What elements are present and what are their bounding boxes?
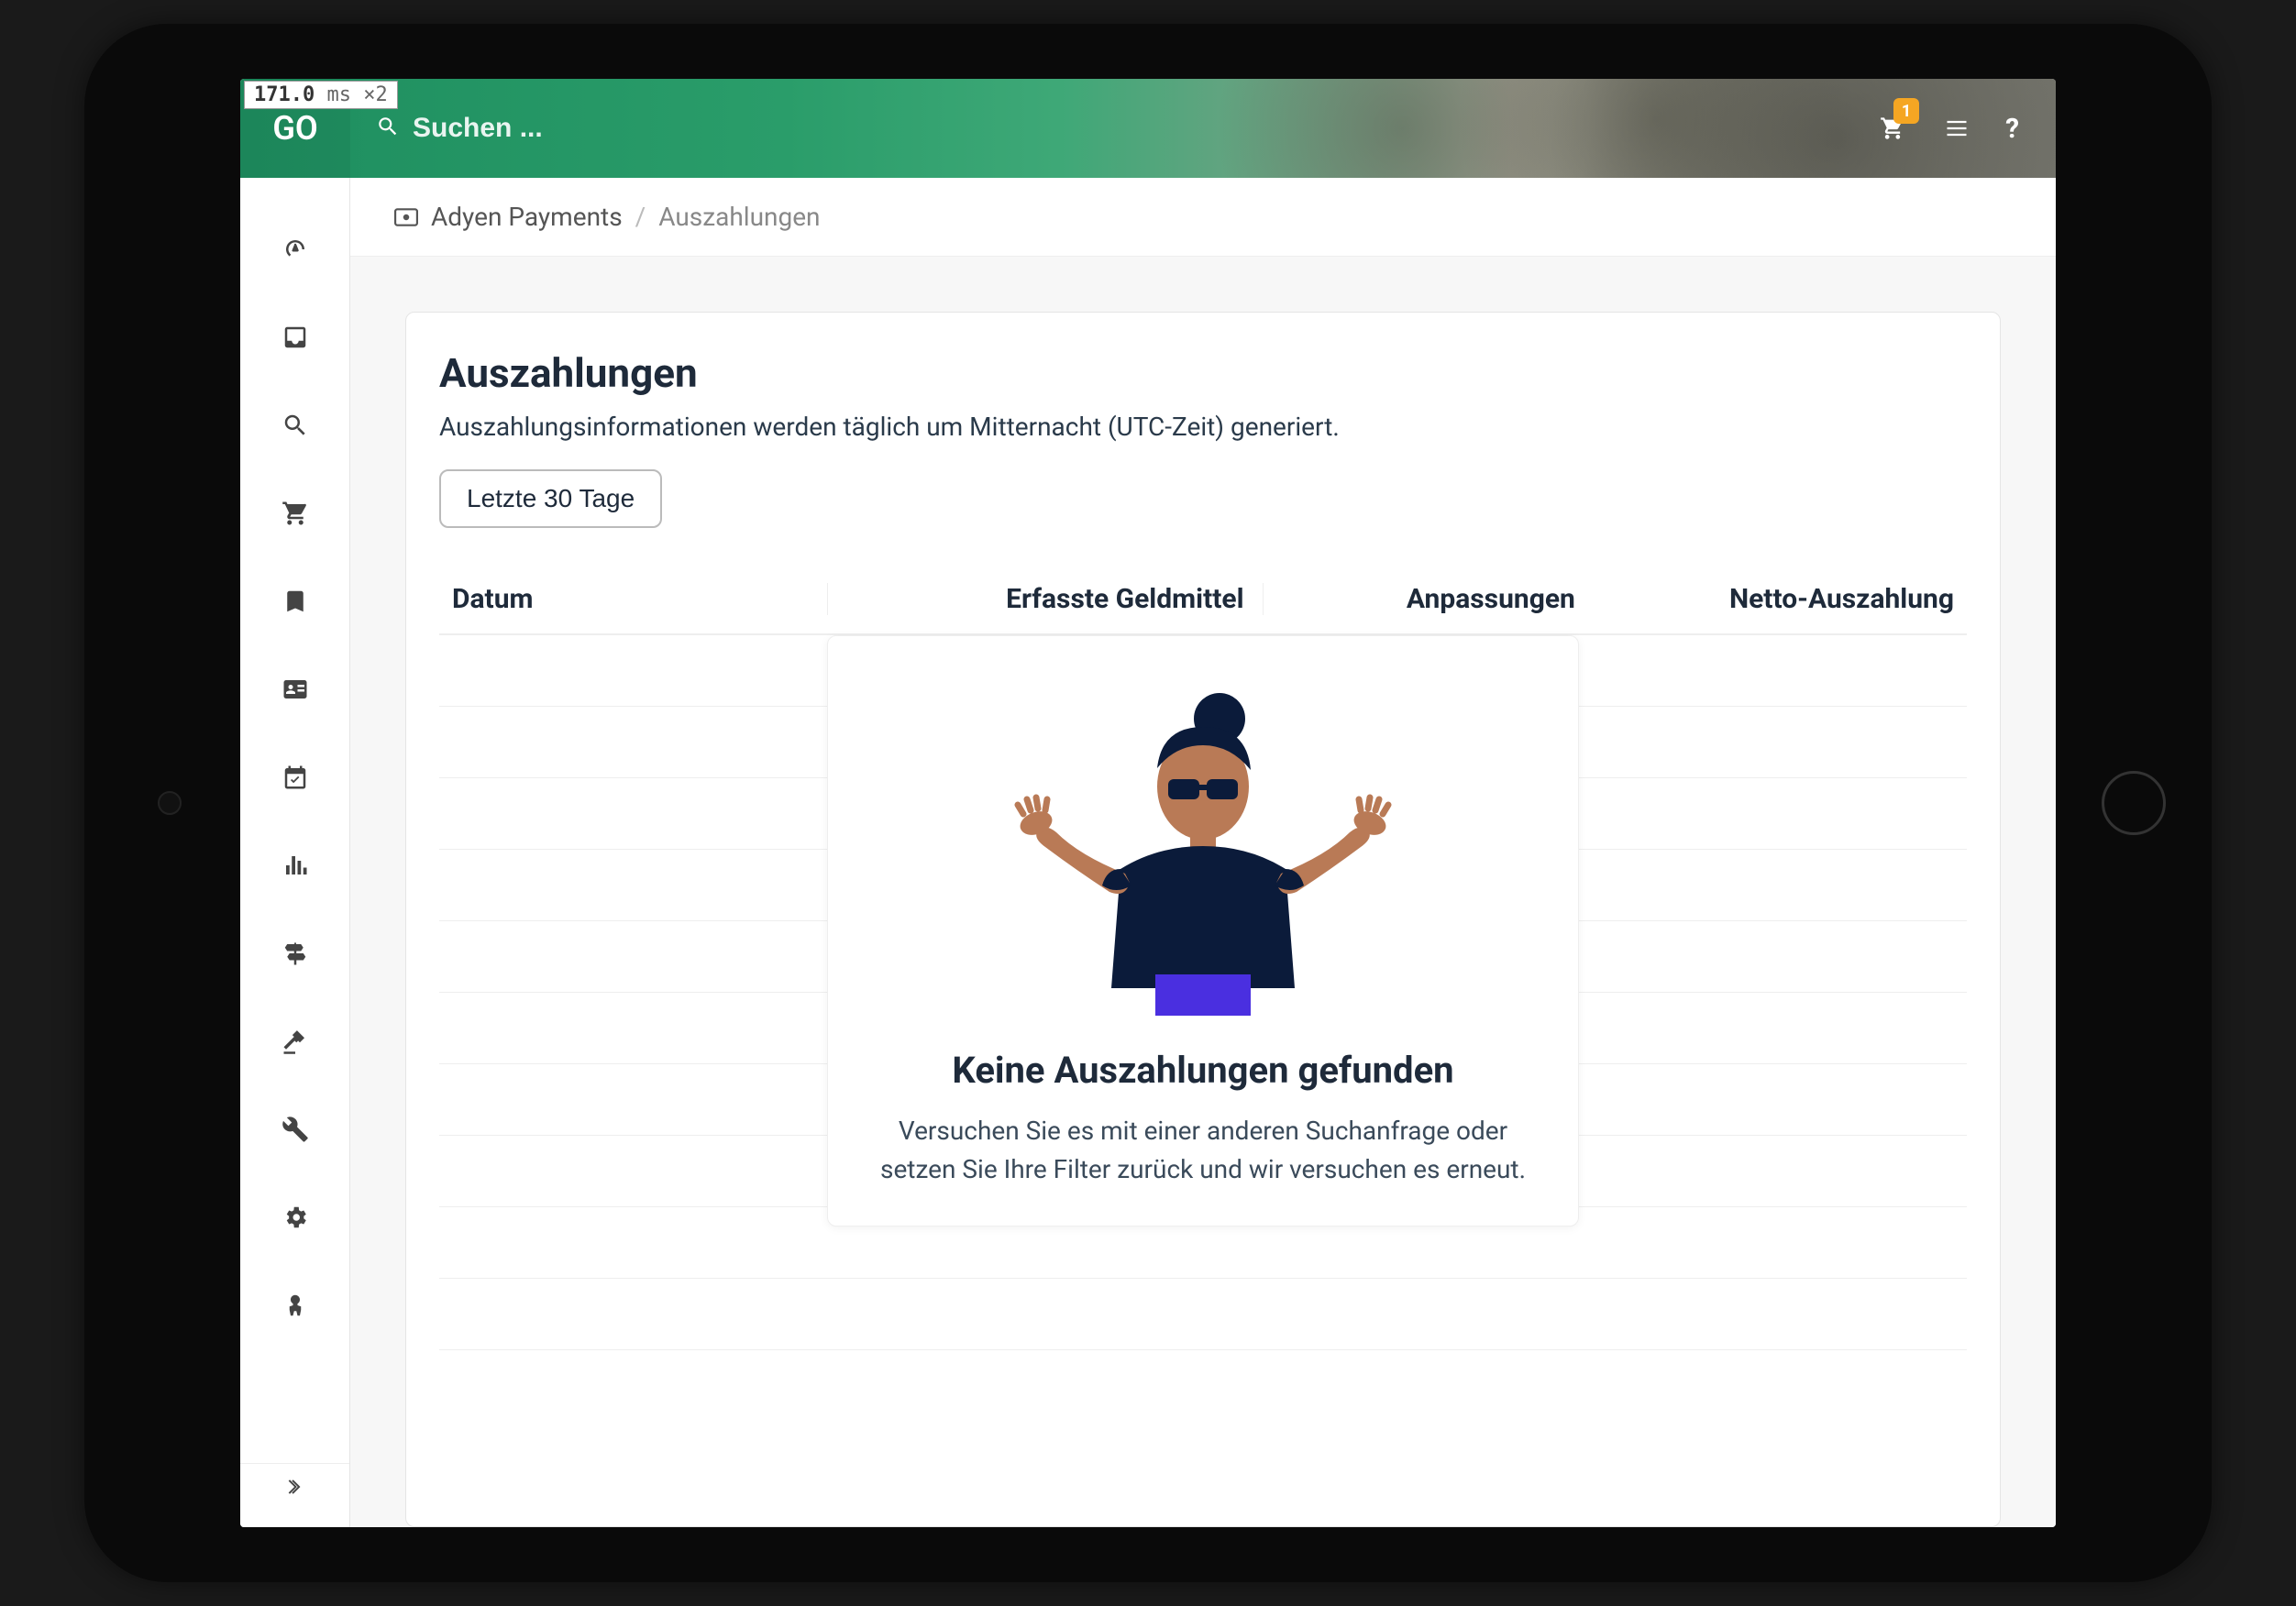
sidebar-item-cart[interactable] xyxy=(240,469,349,557)
sidebar-item-person[interactable] xyxy=(240,1261,349,1349)
cart-button[interactable]: 1 xyxy=(1877,113,1908,144)
tablet-body: 171.0 ms ×2 GO 1 xyxy=(84,24,2212,1582)
money-icon xyxy=(394,208,418,226)
body-area: Adyen Payments / Auszahlungen Auszahlung… xyxy=(240,178,2056,1527)
table-row xyxy=(439,1279,1967,1350)
sidebar-item-dashboard[interactable] xyxy=(240,205,349,293)
sidebar-item-chart[interactable] xyxy=(240,821,349,909)
sidebar-item-calendar[interactable] xyxy=(240,733,349,821)
breadcrumb: Adyen Payments / Auszahlungen xyxy=(350,178,2056,257)
sidebar xyxy=(240,178,350,1527)
tablet-camera xyxy=(158,791,182,815)
tablet-home-button[interactable] xyxy=(2102,771,2166,835)
topbar: GO 1 ? xyxy=(240,79,2056,178)
empty-text: Versuchen Sie es mit einer anderen Sucha… xyxy=(878,1112,1529,1189)
cart-badge: 1 xyxy=(1893,98,1919,124)
payouts-table: Datum Erfasste Geldmittel Anpassungen Ne… xyxy=(439,565,1967,1350)
th-captured: Erfasste Geldmittel xyxy=(828,583,1264,615)
content-wrap: Auszahlungen Auszahlungsinformationen we… xyxy=(350,257,2056,1527)
th-date: Datum xyxy=(452,583,828,615)
list-button[interactable] xyxy=(1941,113,1972,144)
th-adjustments: Anpassungen xyxy=(1264,583,1594,615)
app-screen: 171.0 ms ×2 GO 1 xyxy=(240,79,2056,1527)
sidebar-item-gavel[interactable] xyxy=(240,997,349,1085)
sidebar-item-inbox[interactable] xyxy=(240,293,349,381)
sidebar-expand-button[interactable] xyxy=(240,1463,349,1509)
perf-mult: ×2 xyxy=(363,83,388,106)
table-rows: Keine Auszahlungen gefunden Versuchen Si… xyxy=(439,635,1967,1350)
sidebar-item-wrench[interactable] xyxy=(240,1085,349,1173)
perf-badge: 171.0 ms ×2 xyxy=(244,81,398,109)
empty-illustration xyxy=(878,686,1529,1016)
sidebar-item-id-card[interactable] xyxy=(240,645,349,733)
sidebar-item-bookmark[interactable] xyxy=(240,557,349,645)
search-icon xyxy=(376,115,413,142)
sidebar-item-search[interactable] xyxy=(240,381,349,469)
sidebar-item-signpost[interactable] xyxy=(240,909,349,997)
payouts-card: Auszahlungen Auszahlungsinformationen we… xyxy=(405,312,2001,1527)
th-net: Netto-Auszahlung xyxy=(1594,583,1954,615)
page-title: Auszahlungen xyxy=(439,349,1967,397)
search-input[interactable] xyxy=(413,113,779,144)
perf-unit: ms xyxy=(326,83,351,106)
empty-title: Keine Auszahlungen gefunden xyxy=(878,1049,1529,1092)
tablet-frame: 171.0 ms ×2 GO 1 xyxy=(0,0,2296,1606)
breadcrumb-root[interactable]: Adyen Payments xyxy=(431,202,623,232)
topbar-right: 1 ? xyxy=(1877,113,2056,145)
table-header: Datum Erfasste Geldmittel Anpassungen Ne… xyxy=(439,565,1967,635)
page-subtitle: Auszahlungsinformationen werden täglich … xyxy=(439,412,1967,442)
date-filter-button[interactable]: Letzte 30 Tage xyxy=(439,469,662,528)
sidebar-item-gears[interactable] xyxy=(240,1173,349,1261)
breadcrumb-current: Auszahlungen xyxy=(658,202,820,232)
empty-state: Keine Auszahlungen gefunden Versuchen Si… xyxy=(827,635,1579,1226)
main-content: Adyen Payments / Auszahlungen Auszahlung… xyxy=(350,178,2056,1527)
breadcrumb-sep: / xyxy=(635,202,646,232)
perf-ms: 171.0 xyxy=(254,83,315,106)
search-wrap xyxy=(350,113,1877,144)
help-button[interactable]: ? xyxy=(2005,113,2019,145)
